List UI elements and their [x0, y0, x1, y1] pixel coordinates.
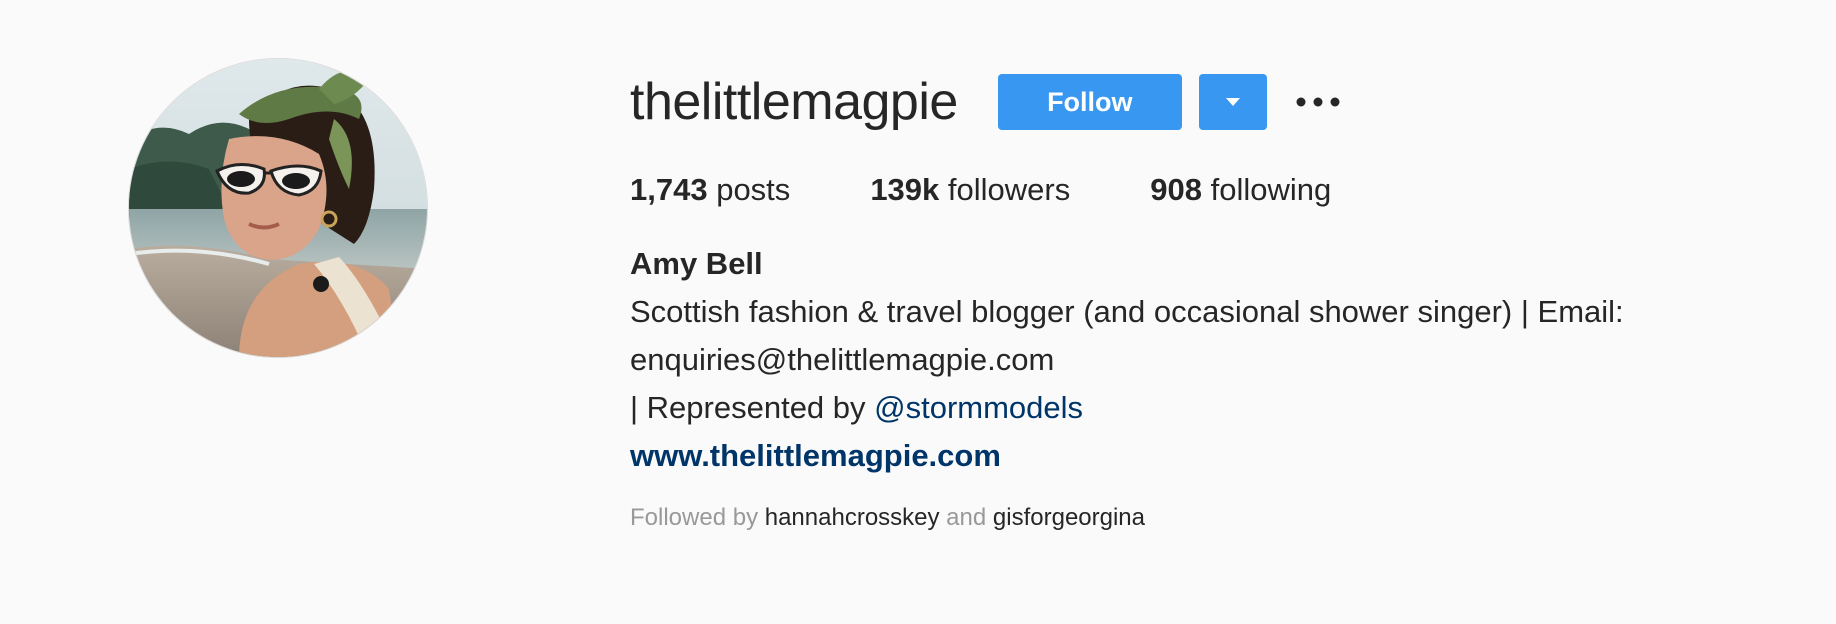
- following-label: following: [1210, 172, 1332, 207]
- followers-count: 139k: [870, 172, 940, 207]
- profile-info: thelittlemagpie Follow 1,743 posts 139k …: [630, 58, 1780, 534]
- posts-label: posts: [716, 172, 791, 207]
- bio: Amy Bell Scottish fashion & travel blogg…: [630, 240, 1780, 480]
- following-count: 908: [1150, 172, 1202, 207]
- followed-by-user-1[interactable]: hannahcrosskey: [765, 504, 940, 531]
- more-options-button[interactable]: [1293, 74, 1343, 130]
- followers-label: followers: [947, 172, 1071, 207]
- followed-by-conjunction: and: [939, 504, 993, 531]
- bio-line-1: Scottish fashion & travel blogger (and o…: [630, 294, 1624, 329]
- followed-by-prefix: Followed by: [630, 504, 765, 531]
- follow-button[interactable]: Follow: [997, 74, 1182, 130]
- suggestions-dropdown-button[interactable]: [1198, 74, 1267, 130]
- caret-down-icon: [1225, 98, 1240, 106]
- ellipsis-icon: [1296, 97, 1340, 107]
- full-name: Amy Bell: [630, 246, 763, 281]
- avatar[interactable]: [128, 58, 428, 358]
- following-stat[interactable]: 908 following: [1150, 168, 1331, 212]
- followed-by: Followed by hannahcrosskey and gisforgeo…: [630, 502, 1780, 534]
- posts-count: 1,743: [630, 172, 708, 207]
- followers-stat[interactable]: 139k followers: [870, 168, 1070, 212]
- profile-stats: 1,743 posts 139k followers 908 following: [630, 168, 1780, 212]
- bio-line-2: enquiries@thelittlemagpie.com: [630, 342, 1055, 377]
- profile-header: thelittlemagpie Follow: [630, 58, 1780, 146]
- mention-link[interactable]: @stormmodels: [874, 390, 1083, 425]
- followed-by-user-2[interactable]: gisforgeorgina: [993, 504, 1145, 531]
- bio-line-3: | Represented by @stormmodels: [630, 384, 1780, 432]
- posts-stat: 1,743 posts: [630, 168, 790, 212]
- website-link[interactable]: www.thelittlemagpie.com: [630, 438, 1001, 473]
- bio-line-3-prefix: | Represented by: [630, 390, 875, 425]
- avatar-photo: [129, 59, 427, 357]
- profile-page: thelittlemagpie Follow 1,743 posts 139k …: [0, 0, 1836, 624]
- username: thelittlemagpie: [630, 73, 958, 131]
